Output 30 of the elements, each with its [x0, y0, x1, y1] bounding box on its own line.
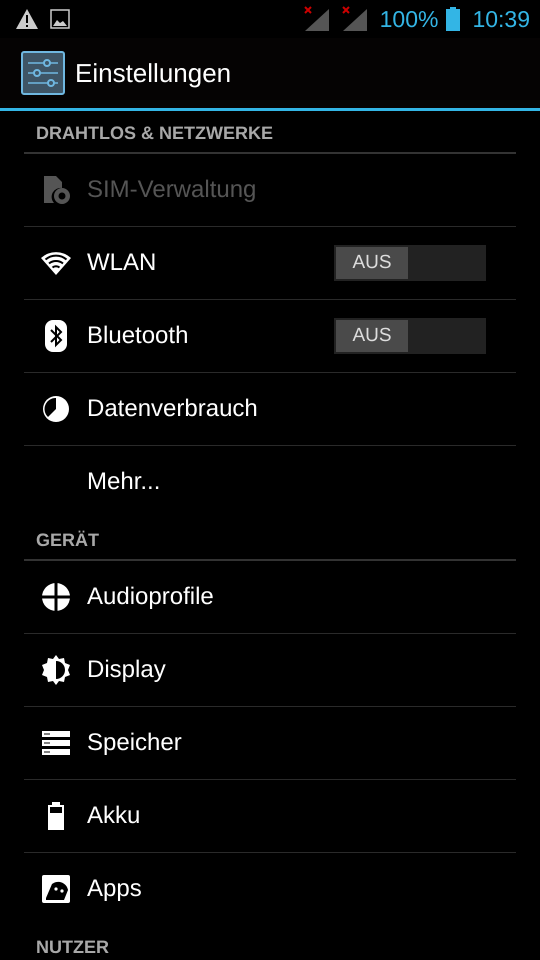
section-header: NUTZER — [24, 925, 516, 960]
section-header: DRAHTLOS & NETZWERKE — [24, 111, 516, 154]
setting-label[interactable]: Audioprofile — [87, 583, 516, 611]
setting-label[interactable]: Display — [87, 656, 516, 684]
brightness-icon — [40, 655, 70, 685]
toggle-switch[interactable]: AUS — [334, 318, 486, 354]
image-icon — [50, 9, 70, 29]
clock-time: 10:39 — [472, 6, 530, 32]
setting-label[interactable]: Apps — [87, 875, 516, 903]
toggle-switch[interactable]: AUS — [334, 245, 486, 281]
settings-icon[interactable] — [21, 51, 65, 95]
setting-label[interactable]: WLAN — [87, 249, 334, 277]
setting-label[interactable]: Bluetooth — [87, 322, 334, 350]
battery-percent: 100% — [380, 6, 438, 32]
battery-icon — [446, 7, 460, 31]
battery-icon — [48, 802, 64, 830]
setting-label[interactable]: Akku — [87, 802, 516, 830]
pie-chart-icon — [40, 394, 70, 424]
section-header: GERÄT — [24, 518, 516, 561]
no-signal-icon — [342, 6, 368, 32]
no-signal-icon — [304, 6, 330, 32]
setting-label[interactable]: Datenverbrauch — [87, 395, 516, 423]
bluetooth-icon — [44, 320, 66, 352]
storage-icon — [42, 731, 70, 755]
warning-icon — [16, 9, 38, 29]
quartered-circle-icon — [40, 582, 70, 612]
screen-title: Einstellungen — [75, 58, 232, 88]
setting-label[interactable]: Speicher — [87, 729, 516, 757]
wifi-icon — [40, 250, 72, 276]
setting-label[interactable]: Mehr... — [87, 468, 516, 496]
